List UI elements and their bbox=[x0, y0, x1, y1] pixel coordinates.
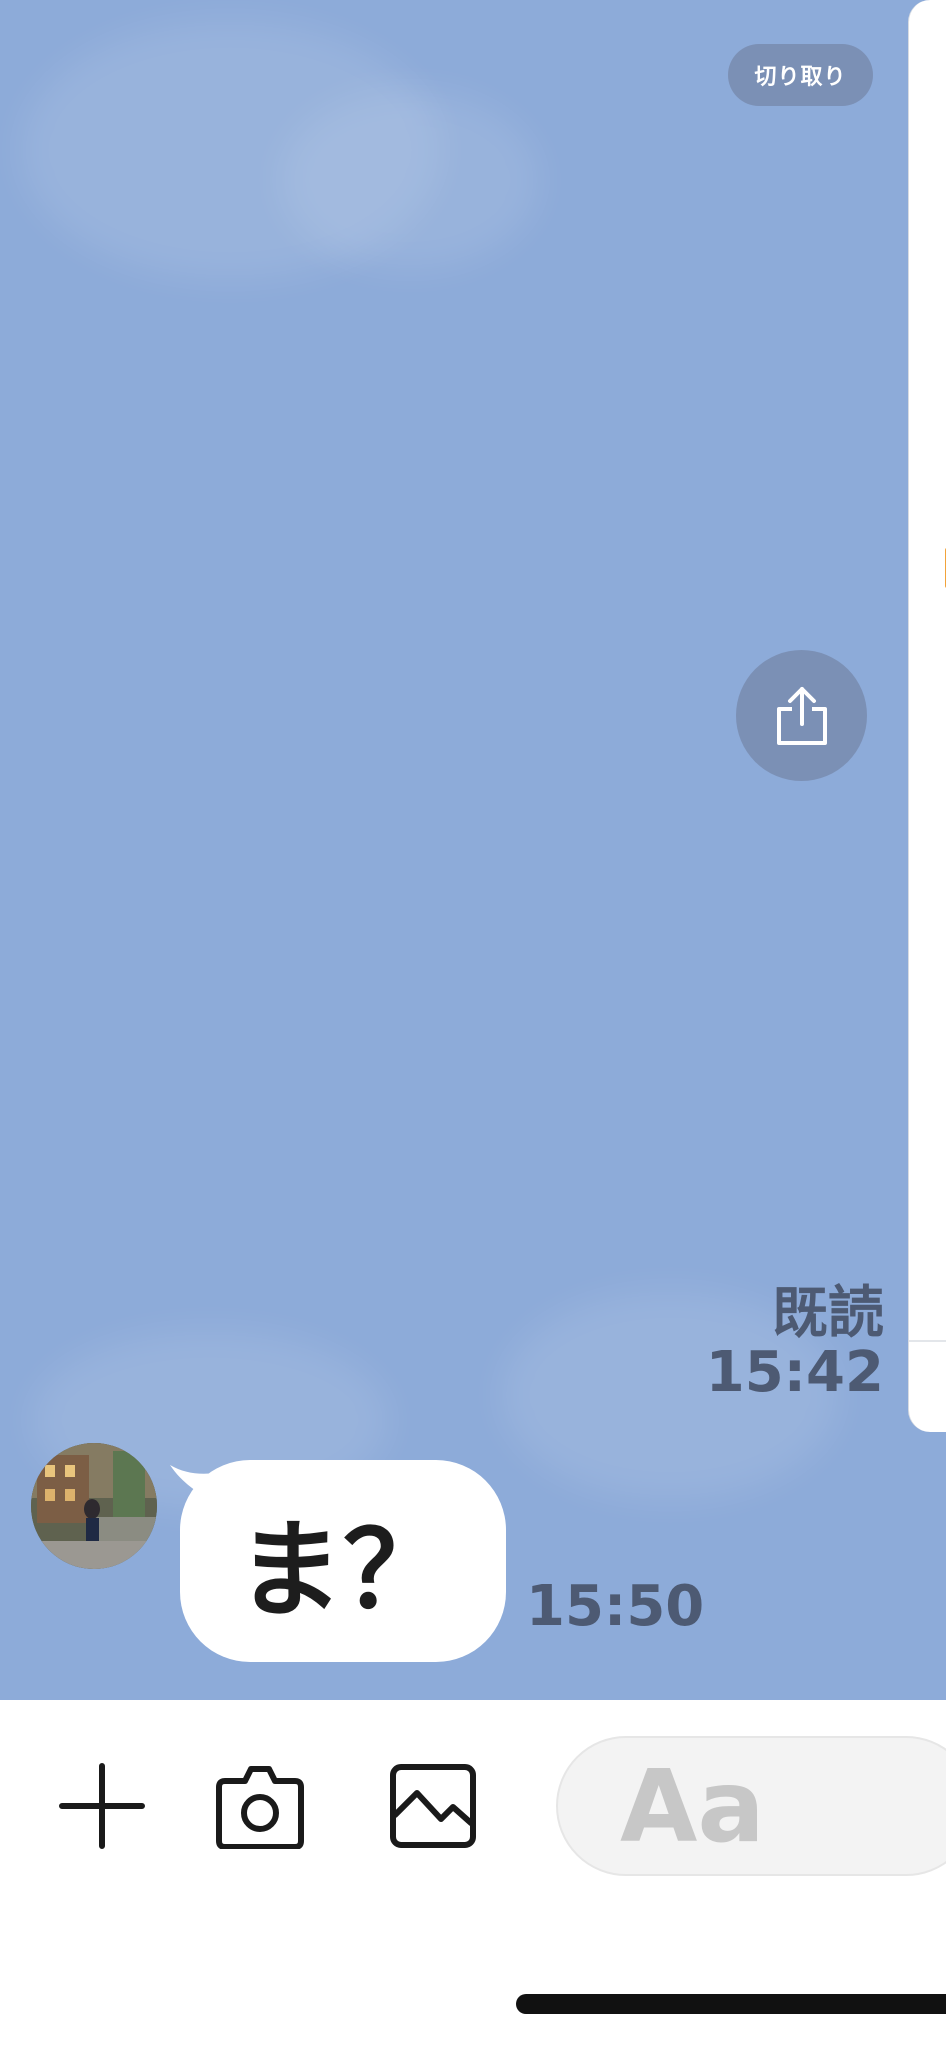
chat-area: 切り取り 既読 15:42 ま？ 15:50 bbox=[0, 0, 946, 1700]
crop-button[interactable]: 切り取り bbox=[728, 44, 873, 106]
image-button[interactable] bbox=[383, 1756, 483, 1856]
read-receipt-label: 既読 bbox=[772, 1281, 884, 1346]
cloud-decoration bbox=[280, 90, 540, 270]
message-input-placeholder: Aa bbox=[620, 1747, 765, 1865]
received-message-bubble[interactable]: ま？ bbox=[180, 1460, 506, 1662]
camera-icon bbox=[216, 1766, 304, 1849]
received-message-text: ま？ bbox=[237, 1509, 449, 1632]
plus-button[interactable] bbox=[52, 1756, 152, 1856]
preview-divider bbox=[909, 1340, 946, 1342]
share-button[interactable] bbox=[736, 650, 867, 781]
screenshot-preview-panel[interactable] bbox=[908, 0, 946, 1432]
received-message-time: 15:50 bbox=[526, 1574, 705, 1639]
sent-message-time: 15:42 bbox=[705, 1340, 884, 1405]
camera-button[interactable] bbox=[210, 1756, 310, 1856]
plus-icon bbox=[59, 1763, 145, 1849]
home-indicator[interactable] bbox=[516, 1994, 946, 2014]
avatar-photo bbox=[31, 1443, 157, 1569]
message-input[interactable]: Aa bbox=[556, 1736, 946, 1876]
image-icon bbox=[390, 1764, 476, 1848]
share-icon bbox=[776, 686, 827, 745]
contact-avatar[interactable] bbox=[31, 1443, 157, 1569]
